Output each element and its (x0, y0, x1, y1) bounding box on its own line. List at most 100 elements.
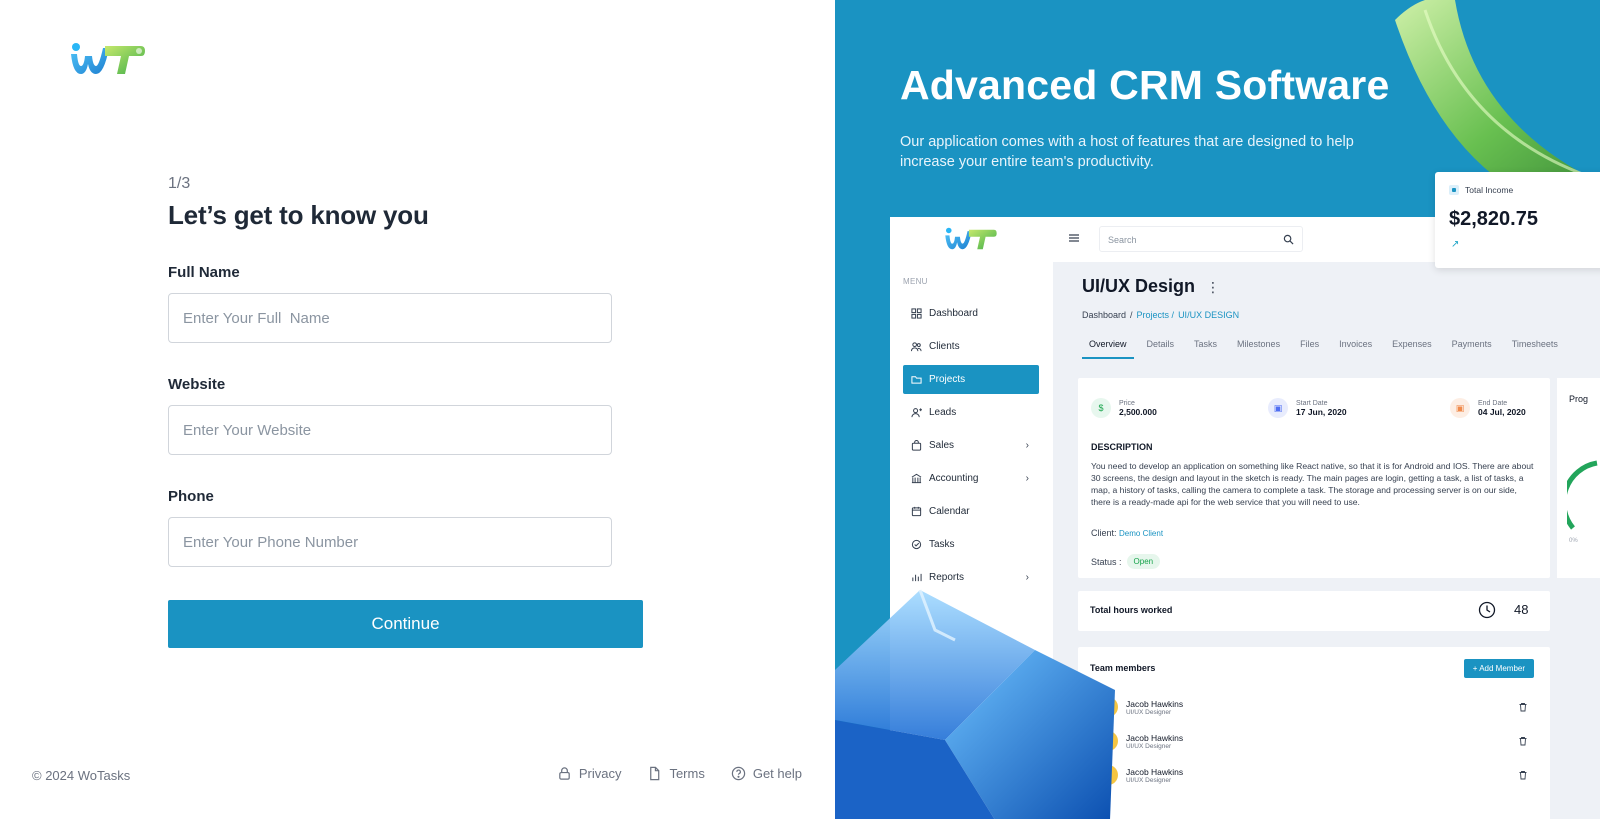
status-badge: Open (1126, 554, 1161, 569)
trash-icon[interactable] (1518, 702, 1528, 712)
website-label: Website (168, 376, 226, 393)
status-line: Status : Open (1091, 554, 1161, 569)
get-help-label: Get help (752, 766, 802, 781)
progress-zero-label: 0% (1569, 538, 1578, 544)
sidebar-item-label: Tasks (929, 539, 955, 550)
sidebar-item-label: Calendar (929, 506, 970, 517)
stat-value: 17 Jun, 2020 (1296, 406, 1347, 417)
stat-label: Price (1119, 399, 1135, 407)
status-label: Status : (1091, 556, 1122, 567)
blue-glass-cube (835, 589, 1115, 819)
document-icon (650, 766, 660, 781)
privacy-link[interactable]: Privacy (557, 766, 621, 781)
tab-timesheets[interactable]: Timesheets (1505, 336, 1565, 359)
tab-details[interactable]: Details (1140, 336, 1182, 359)
hero-subtitle: Our application comes with a host of fea… (900, 134, 1354, 170)
preview-search-input[interactable]: Search (1099, 226, 1303, 252)
income-label: Total Income (1465, 185, 1514, 195)
sidebar-item-accounting[interactable]: Accounting › (903, 464, 1039, 493)
users-icon (911, 342, 922, 352)
add-member-button[interactable]: + Add Member (1463, 659, 1534, 678)
help-circle-icon (731, 766, 746, 781)
copyright: © 2024 WoTasks (32, 768, 131, 783)
sidebar-item-label: Dashboard (929, 308, 978, 319)
client-label: Client: (1091, 528, 1117, 538)
search-placeholder: Search (1108, 235, 1137, 245)
bag-icon (911, 440, 922, 451)
tab-payments[interactable]: Payments (1445, 336, 1499, 359)
sidebar-item-label: Leads (929, 407, 957, 418)
sidebar-item-leads[interactable]: Leads (903, 398, 1039, 427)
sidebar-item-label: Sales (929, 440, 955, 451)
team-card: Team members + Add Member Jacob Hawkins U… (1078, 647, 1550, 819)
client-line: Client: Demo Client (1091, 528, 1163, 538)
overview-card: $ Price 2,500.000 ▣ Start Date 17 Jun, 2020 ▣ E… (1078, 378, 1550, 578)
more-options-icon[interactable]: ⋮ (1206, 279, 1220, 296)
preview-tabs: Overview Details Tasks Milestones Files Invoi… (1082, 336, 1571, 359)
stat-end-date: ▣ End Date 04 Jul, 2020 (1450, 398, 1526, 418)
lock-icon (559, 767, 570, 780)
full-name-label: Full Name (168, 264, 240, 281)
description-title: DESCRIPTION (1091, 442, 1153, 452)
hours-card: Total hours worked 48 (1078, 591, 1550, 631)
chevron-right-icon: › (1025, 440, 1029, 451)
signup-panel: 1/3 Let’s get to know you Full Name Webs… (0, 0, 835, 819)
continue-button[interactable]: Continue (168, 600, 643, 648)
footer-links: Privacy Terms Get help (557, 766, 802, 781)
stat-label: End Date (1478, 399, 1508, 407)
hamburger-icon[interactable] (1068, 232, 1080, 244)
tab-overview[interactable]: Overview (1082, 336, 1134, 359)
tab-invoices[interactable]: Invoices (1332, 336, 1379, 359)
total-income-card: Total Income $2,820.75 ↗ (1435, 172, 1600, 268)
wotasks-logo (71, 43, 145, 74)
form-title: Let’s get to know you (168, 200, 429, 230)
breadcrumb-projects[interactable]: Projects / (1137, 310, 1175, 320)
stat-label: Start Date (1296, 399, 1328, 407)
tab-expenses[interactable]: Expenses (1385, 336, 1439, 359)
income-label-row: Total Income (1449, 185, 1513, 195)
progress-card: Prog 0% (1557, 378, 1600, 578)
trash-icon[interactable] (1518, 736, 1528, 746)
list-item: Jacob Hawkins UI/UX Designer (1098, 697, 1528, 717)
sidebar-item-label: Accounting (929, 473, 979, 484)
sidebar-item-tasks[interactable]: Tasks (903, 530, 1039, 559)
trash-icon[interactable] (1518, 770, 1528, 780)
menu-label: MENU (903, 277, 928, 286)
sidebar-item-dashboard[interactable]: Dashboard (903, 299, 1039, 328)
preview-page-title: UI/UX Design (1082, 276, 1196, 296)
bank-icon (911, 473, 922, 484)
sidebar-item-clients[interactable]: Clients (903, 332, 1039, 361)
preview-logo (945, 227, 997, 250)
breadcrumb-current: UI/UX DESIGN (1178, 310, 1240, 320)
stat-value: 04 Jul, 2020 (1478, 406, 1526, 417)
sidebar-item-label: Projects (929, 374, 966, 385)
phone-input[interactable] (168, 517, 612, 567)
list-item: Jacob Hawkins UI/UX Designer (1098, 731, 1528, 751)
client-link[interactable]: Demo Client (1119, 529, 1163, 538)
dollar-icon: $ (1091, 398, 1111, 418)
stat-value: 2,500.000 (1119, 406, 1157, 417)
folder-icon (911, 376, 922, 384)
sidebar-item-sales[interactable]: Sales › (903, 431, 1039, 460)
sidebar-item-projects[interactable]: Projects (903, 365, 1039, 394)
stat-price: $ Price 2,500.000 (1091, 398, 1157, 418)
get-help-link[interactable]: Get help (731, 766, 802, 781)
calendar-icon: ▣ (1268, 398, 1288, 418)
hero-title: Advanced CRM Software (900, 62, 1390, 108)
grid-icon (911, 308, 922, 319)
phone-label: Phone (168, 488, 214, 505)
stat-start-date: ▣ Start Date 17 Jun, 2020 (1268, 398, 1347, 418)
tab-tasks[interactable]: Tasks (1187, 336, 1224, 359)
breadcrumb-sep: / (1130, 310, 1133, 320)
terms-link[interactable]: Terms (647, 766, 705, 781)
search-icon (1283, 234, 1294, 245)
sidebar-item-calendar[interactable]: Calendar (903, 497, 1039, 526)
sidebar-item-label: Clients (929, 341, 960, 352)
breadcrumb-home[interactable]: Dashboard (1082, 310, 1126, 320)
website-input[interactable] (168, 405, 612, 455)
breadcrumb: Dashboard / Projects / UI/UX DESIGN (1082, 310, 1239, 320)
tab-files[interactable]: Files (1293, 336, 1326, 359)
income-value: $2,820.75 (1449, 208, 1538, 230)
full-name-input[interactable] (168, 293, 612, 343)
tab-milestones[interactable]: Milestones (1230, 336, 1287, 359)
